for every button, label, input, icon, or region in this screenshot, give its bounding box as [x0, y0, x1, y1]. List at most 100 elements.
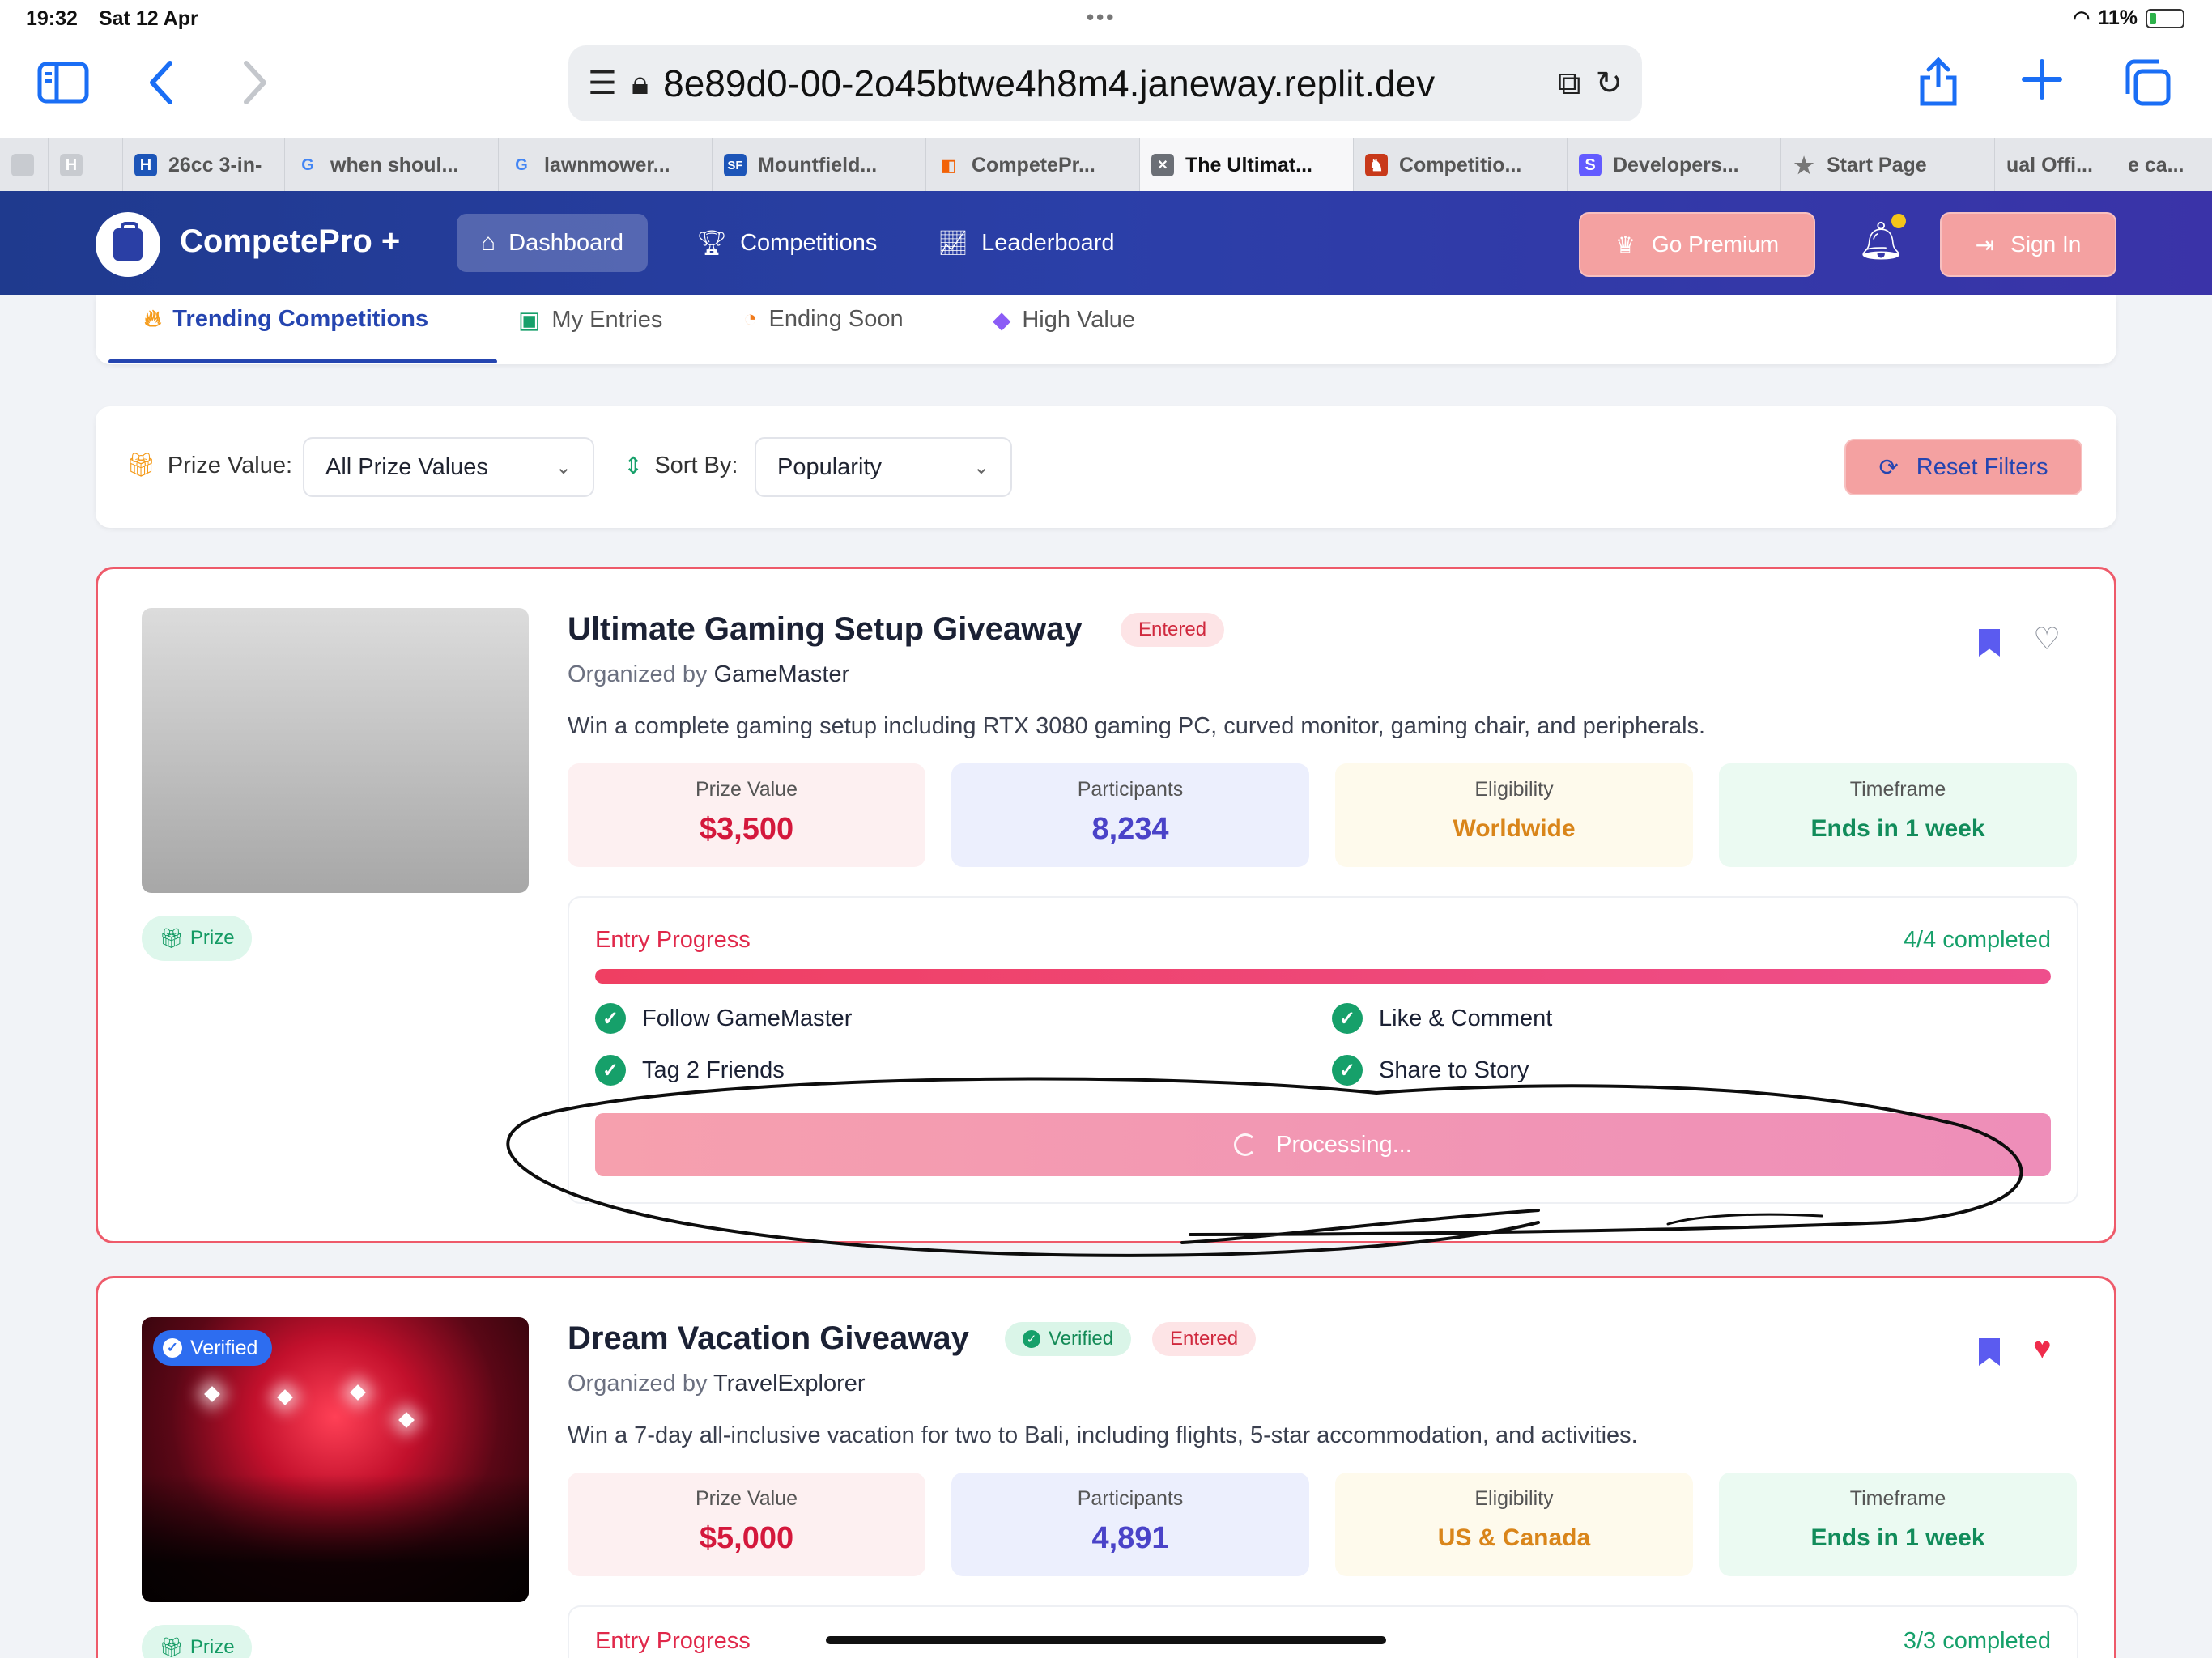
competition-image: ✓ Verified — [142, 1317, 529, 1602]
sf-icon: SF — [724, 154, 747, 176]
entry-progress-bar — [595, 969, 2051, 984]
reader-icon[interactable]: ☰ — [588, 65, 617, 102]
clipboard-check-icon: ▣ — [518, 308, 541, 334]
blank-tab-icon — [11, 154, 34, 176]
browser-tab[interactable]: ual Offi... — [1995, 138, 2116, 192]
tab-high-value[interactable]: ◆ High Value — [993, 306, 1135, 334]
organizer-name[interactable]: GameMaster — [714, 661, 850, 687]
browser-tab[interactable]: ♞ Competitio... — [1354, 138, 1568, 192]
status-time: 19:32 — [26, 7, 78, 30]
processing-button[interactable]: Processing... — [595, 1113, 2051, 1176]
browser-tab[interactable]: Glawnmower... — [499, 138, 713, 192]
brand-name[interactable]: CompetePro + — [180, 223, 400, 260]
favorite-heart-icon[interactable]: ♥ — [2033, 1333, 2052, 1364]
entry-progress-count: 3/3 completed — [1903, 1628, 2051, 1654]
status-date: Sat 12 Apr — [99, 7, 198, 30]
competition-title[interactable]: Dream Vacation Giveaway — [568, 1320, 969, 1357]
replit-icon: ◧ — [941, 156, 957, 175]
prize-chip: 🎁︎ Prize — [142, 1625, 252, 1658]
organizer: Organized by GameMaster — [568, 661, 850, 687]
eligibility-stat: Eligibility Worldwide — [1335, 763, 1693, 867]
s-icon: S — [1579, 154, 1602, 176]
browser-tab[interactable]: S Developers... — [1568, 138, 1781, 192]
prize-value-stat: Prize Value $3,500 — [568, 763, 925, 867]
reset-filters-button[interactable]: ⟳ Reset Filters — [1844, 439, 2082, 495]
task-item[interactable]: ✓ Follow GameMaster — [595, 1003, 852, 1034]
browser-tab[interactable]: ◧ CompetePr... — [926, 138, 1140, 192]
competition-description: Win a 7-day all-inclusive vacation for t… — [568, 1422, 1638, 1448]
reload-icon[interactable]: ↻ — [1595, 65, 1623, 102]
new-tab-icon[interactable] — [2021, 58, 2063, 108]
browser-tab[interactable]: SF Mountfield... — [713, 138, 926, 192]
notification-dot — [1891, 214, 1906, 228]
competition-subtabs: 🔥︎ Trending Competitions ▣ My Entries ◔ … — [96, 295, 2116, 364]
tab-my-entries[interactable]: ▣ My Entries — [518, 306, 662, 334]
sidebar-toggle-icon[interactable] — [37, 62, 89, 112]
browser-tab[interactable] — [0, 138, 49, 192]
google-icon: G — [301, 155, 314, 174]
close-tab-icon[interactable]: ✕ — [1151, 154, 1174, 176]
competition-image — [142, 608, 529, 893]
browser-tab-active[interactable]: ✕ The Ultimat... — [1140, 138, 1354, 192]
task-item[interactable]: ✓ Share to Story — [1332, 1055, 1529, 1086]
browser-tab[interactable]: H 26cc 3-in- — [123, 138, 285, 192]
url-text[interactable]: 8e89d0-00-2o45btwe4h8m4.janeway.replit.d… — [663, 62, 1543, 105]
task-item[interactable]: ✓ Tag 2 Friends — [595, 1055, 785, 1086]
address-bar[interactable]: ☰ 🔒︎ 8e89d0-00-2o45btwe4h8m4.janeway.rep… — [568, 45, 1642, 121]
game-icon: ♞ — [1365, 154, 1388, 176]
back-icon[interactable] — [147, 60, 175, 113]
stage-light — [350, 1384, 366, 1401]
status-right: ◠ 11% — [2073, 6, 2184, 30]
nav-dashboard[interactable]: ⌂ Dashboard — [457, 214, 648, 272]
extension-icon[interactable]: ⧉ — [1558, 66, 1581, 102]
nav-competitions[interactable]: 🏆︎ Competitions — [672, 214, 901, 272]
check-circle-icon: ✓ — [1332, 1003, 1363, 1034]
prize-value-select[interactable]: All Prize Values ⌄ — [303, 437, 594, 497]
tab-trending[interactable]: 🔥︎ Trending Competitions — [144, 306, 428, 333]
browser-tab[interactable]: H — [49, 138, 123, 192]
refresh-icon: ⟳ — [1878, 454, 1899, 481]
battery-icon — [2146, 8, 2184, 28]
forward-icon[interactable] — [241, 60, 269, 113]
trophy-icon: 🏆︎ — [696, 229, 728, 257]
tabs-overview-icon[interactable] — [2123, 58, 2172, 115]
h-brand-icon: H — [134, 154, 157, 176]
organizer-name[interactable]: TravelExplorer — [713, 1371, 865, 1397]
browser-tab[interactable]: ★ Start Page — [1781, 138, 1995, 192]
battery-percent: 11% — [2098, 6, 2138, 29]
logo-icon[interactable] — [96, 212, 160, 277]
gift-icon: 🎁︎ — [126, 453, 156, 478]
sort-select[interactable]: Popularity ⌄ — [755, 437, 1012, 497]
h-icon: H — [60, 154, 83, 176]
competition-card[interactable]: ✓ Verified 🎁︎ Prize Dream Vacation Givea… — [96, 1276, 2116, 1658]
bookmark-icon[interactable] — [1979, 1338, 2000, 1366]
favorite-heart-icon[interactable]: ♡ — [2033, 624, 2061, 655]
check-circle-icon: ✓ — [595, 1003, 626, 1034]
fire-icon: 🔥︎ — [144, 306, 162, 332]
competition-title[interactable]: Ultimate Gaming Setup Giveaway — [568, 611, 1083, 648]
browser-tab[interactable]: Gwhen shoul... — [285, 138, 499, 192]
multitask-dots-icon[interactable]: ••• — [1087, 5, 1116, 30]
participants-value: 4,891 — [1091, 1521, 1169, 1555]
go-premium-button[interactable]: ♛ Go Premium — [1579, 212, 1815, 277]
participants-stat: Participants 4,891 — [951, 1473, 1309, 1576]
check-icon: ✓ — [163, 1338, 182, 1358]
tab-ending-soon[interactable]: ◔ Ending Soon — [743, 306, 904, 333]
stage-light — [204, 1386, 220, 1402]
home-indicator[interactable] — [826, 1636, 1386, 1644]
prize-value: $3,500 — [699, 812, 794, 846]
bookmark-icon[interactable] — [1979, 629, 2000, 657]
browser-tab[interactable]: e ca... — [2116, 138, 2212, 192]
share-icon[interactable] — [1916, 55, 1961, 115]
nav-leaderboard[interactable]: 📈︎ Leaderboard — [913, 214, 1139, 272]
competition-card[interactable]: 🎁︎ Prize Ultimate Gaming Setup Giveaway … — [96, 567, 2116, 1244]
task-item[interactable]: ✓ Like & Comment — [1332, 1003, 1552, 1034]
eligibility-value: US & Canada — [1437, 1524, 1591, 1551]
verified-badge: ✓ Verified — [1005, 1322, 1132, 1356]
eligibility-stat: Eligibility US & Canada — [1335, 1473, 1693, 1576]
home-icon: ⌂ — [481, 229, 496, 256]
sign-in-button[interactable]: ⇥ Sign In — [1940, 212, 2116, 277]
entry-progress-fill — [595, 969, 2051, 984]
google-icon: G — [515, 155, 528, 174]
entered-badge: Entered — [1152, 1322, 1257, 1356]
